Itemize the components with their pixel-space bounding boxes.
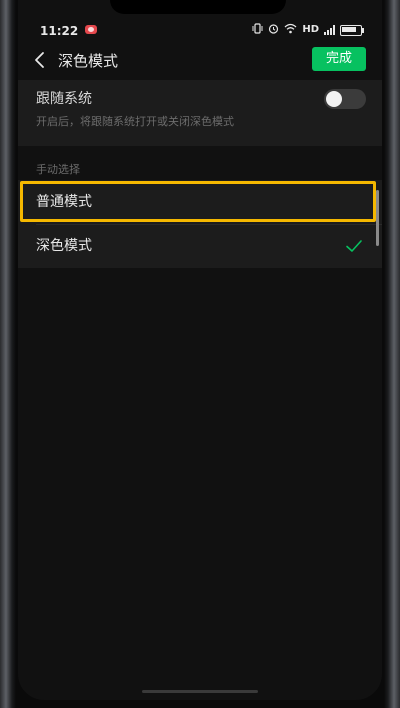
done-button[interactable]: 完成	[312, 47, 366, 71]
manual-section-label: 手动选择	[36, 163, 80, 176]
recording-icon	[85, 25, 97, 34]
toggle-knob	[326, 91, 342, 107]
battery-icon	[340, 24, 364, 36]
option-label: 深色模式	[36, 238, 92, 254]
status-bar: 11:22 HD	[18, 0, 382, 38]
highlight-annotation	[20, 181, 376, 222]
option-normal-mode[interactable]: 普通模式	[18, 180, 382, 224]
follow-system-description: 开启后，将跟随系统打开或关闭深色模式	[36, 115, 234, 128]
scrollbar[interactable]	[376, 190, 379, 246]
follow-system-card: 跟随系统 开启后，将跟随系统打开或关闭深色模式	[18, 80, 382, 146]
network-type: HD	[302, 24, 319, 35]
status-time: 11:22	[40, 24, 79, 38]
chevron-left-icon	[35, 52, 44, 68]
alarm-icon	[268, 23, 279, 38]
status-icons: HD	[252, 22, 364, 38]
vibrate-icon	[252, 22, 263, 38]
title-bar: 深色模式 完成	[18, 44, 382, 78]
page-title: 深色模式	[58, 52, 119, 70]
wifi-icon	[284, 23, 297, 38]
follow-system-title: 跟随系统	[36, 91, 92, 107]
home-indicator[interactable]	[142, 690, 258, 693]
check-icon	[346, 240, 362, 252]
back-button[interactable]	[30, 49, 52, 71]
phone-device: 11:22 HD 深色模式 完成 跟随系统 开启后，将跟随系统打开或关闭深色模式…	[0, 0, 400, 708]
screen: 11:22 HD 深色模式 完成 跟随系统 开启后，将跟随系统打开或关闭深色模式…	[18, 0, 382, 700]
manual-options-list: 普通模式 深色模式	[18, 180, 382, 268]
option-dark-mode[interactable]: 深色模式	[18, 224, 382, 268]
follow-system-toggle[interactable]	[324, 89, 366, 109]
signal-icon	[324, 25, 335, 35]
